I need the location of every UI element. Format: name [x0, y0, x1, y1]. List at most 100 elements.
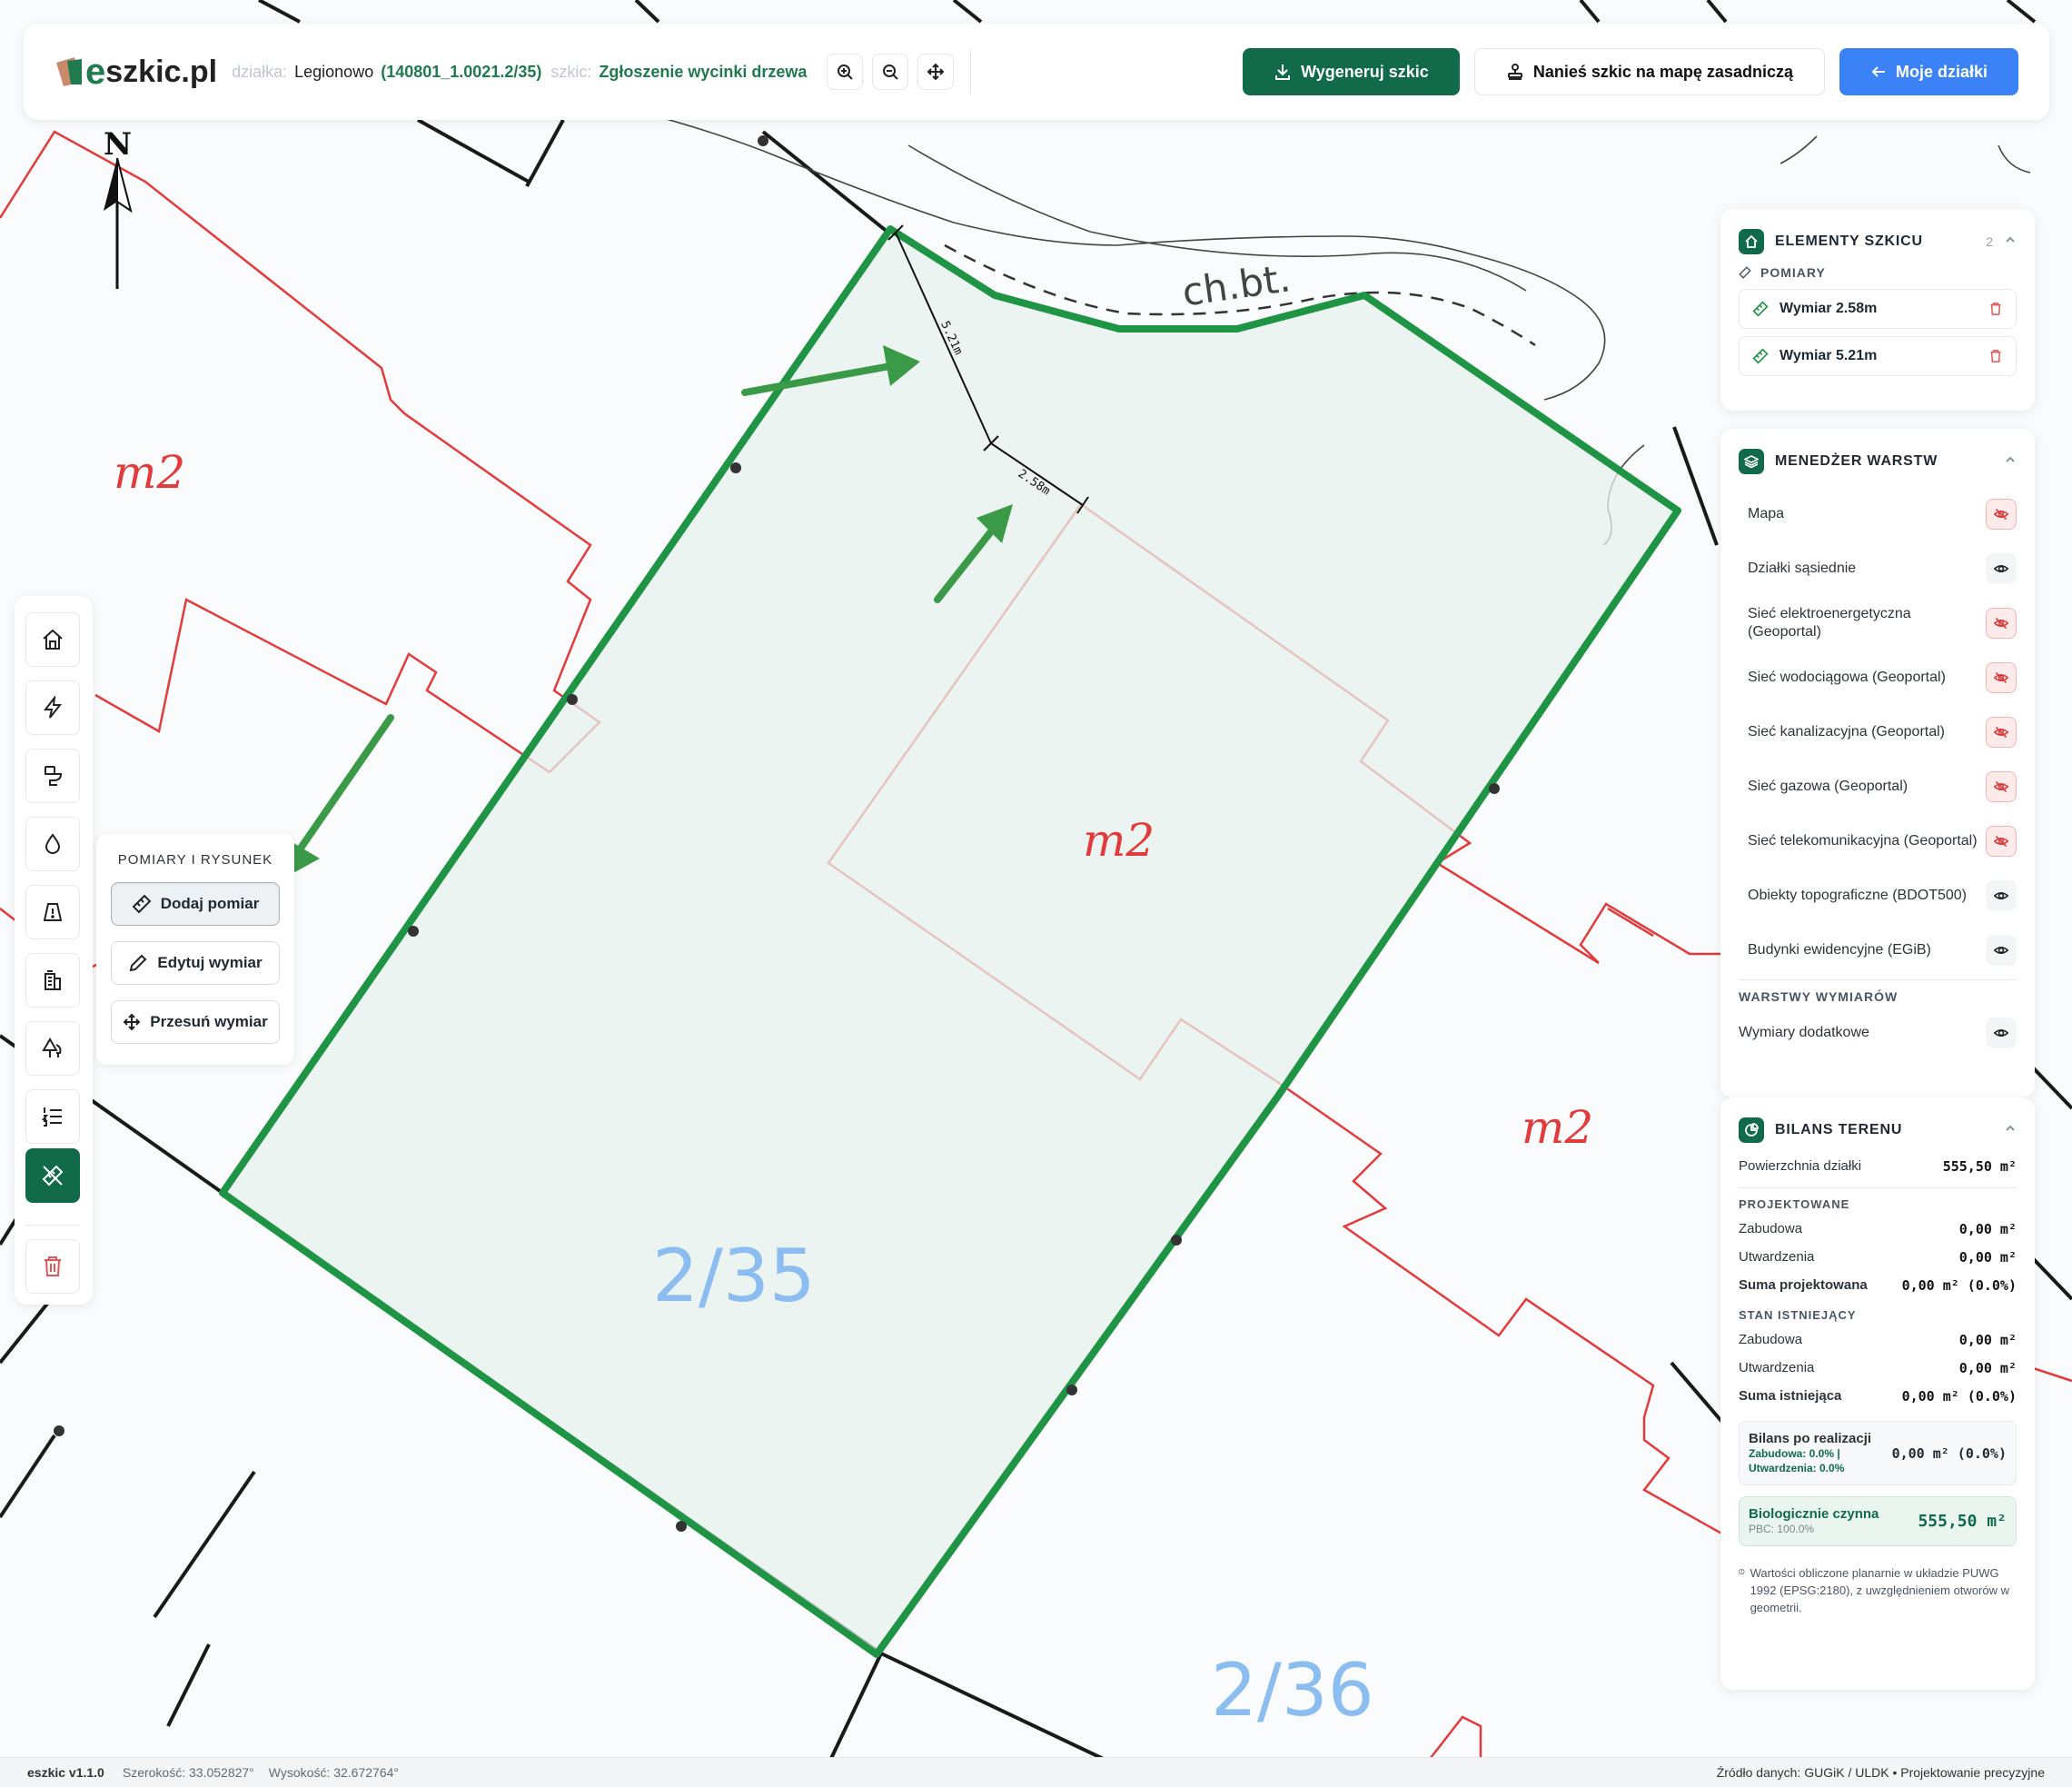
visibility-toggle[interactable] [1986, 608, 2017, 639]
lightning-icon [43, 696, 63, 719]
layer-label: Sieć elektroenergetyczna (Geoportal) [1748, 606, 1911, 640]
zoom-in-button[interactable] [827, 54, 864, 90]
land-balance-panel: BILANS TERENU Powierzchnia działki 555,5… [1720, 1097, 2035, 1690]
layer-label: Sieć telekomunikacyjna (Geoportal) [1748, 833, 1978, 849]
sketch-elements-count: 2 [1986, 234, 1993, 249]
collapse-chevron-icon[interactable] [2004, 1122, 2017, 1139]
list-tool-button[interactable] [25, 1089, 80, 1144]
projected-caption: PROJEKTOWANE [1739, 1197, 1850, 1211]
measure-tool-button[interactable] [25, 1148, 80, 1203]
layer-row: Sieć elektroenergetyczna (Geoportal) [1748, 596, 2017, 650]
home-tool-button[interactable] [25, 612, 80, 667]
layer-label: Budynki ewidencyjne (EGiB) [1748, 942, 1931, 958]
building-label: m2 [1522, 1101, 1593, 1154]
building-label: m2 [1083, 814, 1155, 867]
download-icon [1275, 65, 1291, 80]
measurements-panel: POMIARY I RYSUNEK Dodaj pomiar Edytuj wy… [96, 834, 294, 1065]
collapse-chevron-icon[interactable] [2004, 453, 2017, 471]
layers-icon [1739, 449, 1764, 474]
edit-dimension-button[interactable]: Edytuj wymiar [111, 941, 280, 985]
numbered-list-icon [42, 1107, 62, 1127]
layer-row: Sieć wodociągowa (Geoportal) [1748, 650, 2017, 705]
hazard-tool-button[interactable] [25, 885, 80, 939]
visibility-toggle[interactable] [1986, 662, 2017, 693]
electric-tool-button[interactable] [25, 680, 80, 735]
ruler-pencil-icon [42, 1165, 64, 1186]
zoom-out-icon [883, 65, 899, 80]
divider [1739, 979, 2017, 980]
move-icon [123, 1013, 141, 1031]
trees-tool-button[interactable] [25, 1021, 80, 1076]
warning-triangle-icon [43, 903, 63, 921]
visibility-toggle[interactable] [1986, 771, 2017, 802]
add-measurement-button[interactable]: Dodaj pomiar [111, 882, 280, 926]
toolbar-divider [970, 49, 972, 94]
layer-label: Mapa [1748, 506, 1785, 521]
delete-measurement-icon[interactable] [1988, 302, 2003, 316]
sanitary-tool-button[interactable] [25, 749, 80, 803]
visibility-toggle[interactable] [1986, 553, 2017, 584]
layers-list: Mapa Działki sąsiednie Sieć elektroenerget… [1739, 487, 2017, 978]
layer-label: Sieć kanalizacyjna (Geoportal) [1748, 724, 1945, 740]
visibility-toggle[interactable] [1986, 1018, 2017, 1048]
visibility-toggle[interactable] [1986, 717, 2017, 748]
parcel-id: (140801_1.0021.2/35) [381, 62, 542, 81]
top-bar: e szkic.pl działka: Legionowo (140801_1.0… [24, 24, 2049, 120]
parcel-label-main: 2/35 [652, 1234, 816, 1318]
existing-caption: STAN ISTNIEJĄCY [1739, 1308, 1857, 1322]
existing-built-row: Zabudowa 0,00 m² [1739, 1331, 2017, 1348]
left-toolbar [15, 596, 93, 1305]
building-tool-button[interactable] [25, 953, 80, 1008]
generate-sketch-button[interactable]: Wygeneruj szkic [1243, 48, 1460, 95]
sketch-elements-panel: ELEMENTY SZKICU 2 POMIARY Wymiar 2.58m W… [1720, 209, 2035, 411]
eye-icon [1994, 1029, 2008, 1037]
svg-text:N: N [104, 126, 132, 163]
delete-measurement-icon[interactable] [1988, 349, 2003, 363]
app-version: eszkic v1.1.0 [27, 1765, 104, 1780]
move-dimension-button[interactable]: Przesuń wymiar [111, 1000, 280, 1044]
calculation-note: Wartości obliczone planarnie w układzie … [1739, 1564, 2017, 1616]
building-icon [45, 970, 61, 990]
eye-off-icon [1994, 726, 2008, 739]
delete-tool-button[interactable] [25, 1239, 80, 1294]
visibility-toggle[interactable] [1986, 880, 2017, 911]
measurements-panel-title: POMIARY I RYSUNEK [117, 852, 273, 868]
layer-row: Sieć gazowa (Geoportal) [1748, 759, 2017, 814]
layer-row: Mapa [1748, 487, 2017, 541]
status-bar: eszkic v1.1.0 Szerokość: 33.052827° Wyso… [0, 1757, 2072, 1787]
water-tool-button[interactable] [25, 817, 80, 871]
parcel-town: Legionowo [294, 62, 374, 81]
zoom-in-icon [838, 65, 854, 80]
measurement-item[interactable]: Wymiar 5.21m [1739, 336, 2017, 376]
bio-active-box: Biologicznie czynna PBC: 100.0% 555,50 m… [1739, 1496, 2017, 1546]
home-icon [43, 629, 63, 650]
pie-chart-icon [1739, 1117, 1764, 1143]
zoom-out-button[interactable] [872, 54, 909, 90]
apply-to-map-button[interactable]: Nanieś szkic na mapę zasadniczą [1473, 48, 1825, 95]
toolbar-separator [25, 1225, 80, 1226]
pan-button[interactable] [917, 54, 955, 90]
visibility-toggle[interactable] [1986, 935, 2017, 966]
eye-icon [1994, 565, 2008, 572]
ruler-icon [1739, 266, 1751, 279]
ruler-icon [132, 894, 152, 914]
layer-row: Działki sąsiednie [1748, 541, 2017, 596]
parcel-area-row: Powierzchnia działki 555,50 m² [1739, 1157, 2017, 1175]
layer-label: Sieć gazowa (Geoportal) [1748, 779, 1908, 794]
layer-row: Sieć telekomunikacyjna (Geoportal) [1748, 814, 2017, 869]
existing-sum-row: Suma istniejąca 0,00 m² (0.0%) [1739, 1387, 2017, 1405]
measurement-item[interactable]: Wymiar 2.58m [1739, 289, 2017, 329]
layer-manager-title: MENEDŻER WARSTW [1775, 453, 1938, 469]
eye-icon [1994, 947, 2008, 954]
layer-manager-panel: MENEDŻER WARSTW Mapa Działki sąsiednie Sie… [1720, 429, 2035, 1097]
visibility-toggle[interactable] [1986, 499, 2017, 530]
my-parcels-button[interactable]: Moje działki [1839, 48, 2018, 95]
layer-row: Obiekty topograficzne (BDOT500) [1748, 869, 2017, 923]
sketch-elements-title: ELEMENTY SZKICU [1775, 233, 1923, 249]
collapse-chevron-icon[interactable] [2004, 233, 2017, 251]
logo-mark-icon [55, 55, 84, 88]
visibility-toggle[interactable] [1986, 826, 2017, 857]
layer-row: Sieć kanalizacyjna (Geoportal) [1748, 705, 2017, 759]
logo[interactable]: e szkic.pl [55, 52, 217, 93]
move-icon [927, 63, 945, 81]
